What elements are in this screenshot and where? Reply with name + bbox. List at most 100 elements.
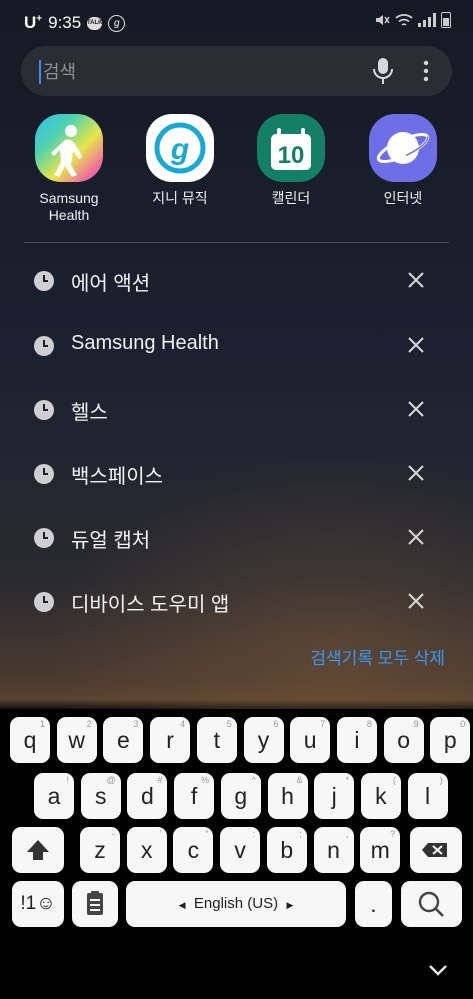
delete-history-icon[interactable]: [406, 270, 426, 290]
symbols-key[interactable]: !1☺: [12, 881, 64, 927]
key-hint: ): [439, 775, 443, 785]
key-a[interactable]: ! a: [34, 773, 74, 819]
microphone-icon[interactable]: [371, 57, 395, 85]
period-key[interactable]: .: [355, 881, 392, 927]
clear-history-button[interactable]: 검색기록 모두 삭제: [310, 644, 445, 669]
backspace-key[interactable]: [410, 827, 462, 873]
battery-icon: [441, 12, 451, 28]
clock-icon: [34, 592, 54, 612]
history-text: 백스페이스: [71, 466, 163, 488]
history-item[interactable]: Samsung Health: [0, 313, 473, 377]
more-options-icon[interactable]: [419, 59, 433, 83]
delete-history-icon[interactable]: [406, 527, 426, 547]
space-key[interactable]: ◀ English (US) ▶: [126, 881, 346, 927]
key-k[interactable]: (k: [360, 773, 401, 819]
genie-music-icon: g: [146, 114, 214, 182]
key-b[interactable]: ; b: [266, 827, 307, 873]
app-genie-music[interactable]: g 지니 뮤직: [130, 114, 230, 207]
key-w[interactable]: 2w: [56, 717, 97, 763]
app-samsung-health[interactable]: Samsung Health: [19, 114, 119, 224]
history-item[interactable]: 백스페이스: [0, 441, 473, 505]
history-item[interactable]: 디바이스 도우미 앱: [0, 569, 473, 633]
talk-notification-icon: TALK: [87, 16, 103, 30]
hide-keyboard-icon[interactable]: [428, 963, 448, 977]
calendar-icon: 10: [257, 114, 325, 182]
mute-icon: [376, 15, 390, 25]
clock-icon: [34, 400, 54, 420]
key-p[interactable]: 0p: [430, 717, 471, 763]
clock-icon: [34, 336, 54, 356]
shift-icon: [27, 840, 49, 860]
key-hint: 5: [226, 719, 232, 729]
key-z[interactable]: -z: [80, 827, 120, 873]
space-right-arrow-icon: ▶: [286, 900, 294, 910]
key-hint: 3: [133, 719, 139, 729]
key-c[interactable]: " c: [173, 827, 214, 873]
key-hint: ': [159, 829, 162, 839]
key-e[interactable]: 3e: [103, 717, 144, 763]
key-hint: ;: [299, 829, 302, 839]
key-hint: 4: [180, 719, 186, 729]
key-h[interactable]: & h: [267, 773, 308, 819]
app-label: 인터넷: [383, 190, 423, 206]
history-text: 디바이스 도우미 앱: [71, 594, 230, 616]
status-bar: U+ 9:35 TALK g: [0, 0, 473, 46]
calendar-date: 10: [278, 142, 305, 169]
key-v[interactable]: :v: [220, 827, 261, 873]
key-n[interactable]: ,n: [313, 827, 354, 873]
shift-key[interactable]: [12, 827, 64, 873]
app-internet[interactable]: 인터넷: [353, 114, 453, 207]
internet-icon: [369, 114, 437, 182]
history-item[interactable]: 에어 액션: [0, 248, 473, 312]
key-hint: #: [157, 775, 163, 785]
clipboard-key[interactable]: [72, 881, 118, 927]
key-i[interactable]: 8i: [336, 717, 377, 763]
key-t[interactable]: 5t: [196, 717, 237, 763]
key-hint: 7: [320, 719, 326, 729]
key-hint: -: [112, 829, 115, 839]
key-x[interactable]: ' x: [126, 827, 167, 873]
key-hint: 9: [413, 719, 419, 729]
key-hint: ?: [390, 829, 396, 839]
delete-history-icon[interactable]: [406, 591, 426, 611]
key-m[interactable]: ? m: [360, 827, 401, 873]
key-s[interactable]: @ s: [80, 773, 121, 819]
delete-history-icon[interactable]: [406, 335, 426, 355]
key-hint: :: [252, 829, 256, 839]
key-hint: %: [201, 775, 210, 785]
search-key[interactable]: [401, 881, 462, 927]
key-o[interactable]: 9o: [383, 717, 424, 763]
key-hint: 1: [39, 719, 45, 729]
key-f[interactable]: % f: [174, 773, 215, 819]
delete-history-icon[interactable]: [406, 399, 426, 419]
history-item[interactable]: 듀얼 캡처: [0, 505, 473, 569]
history-text: Samsung Health: [71, 332, 219, 354]
key-r[interactable]: 4r: [150, 717, 191, 763]
key-hint: @: [106, 775, 116, 785]
key-hint: !: [66, 775, 69, 785]
key-hint: &: [296, 775, 303, 785]
key-g[interactable]: ^ g: [220, 773, 261, 819]
search-icon: [418, 891, 444, 917]
key-l[interactable]: ) l: [407, 773, 448, 819]
key-q[interactable]: 1q: [10, 717, 50, 763]
key-hint: ": [205, 829, 209, 839]
app-calendar[interactable]: 10 캘린더: [241, 114, 341, 207]
app-label: Samsung Health: [39, 190, 99, 223]
key-hint: 8: [366, 719, 372, 729]
history-text: 듀얼 캡처: [71, 530, 151, 552]
history-item[interactable]: 헬스: [0, 377, 473, 441]
clock-icon: [34, 528, 54, 548]
delete-history-icon[interactable]: [406, 463, 426, 483]
key-u[interactable]: 7u: [290, 717, 331, 763]
app-label: 캘린더: [271, 190, 311, 206]
keyboard: 1q2w3e4r5t6y7u8i9o0p ! a @ s # d% f ^ g & h * j(k) l …: [0, 709, 473, 999]
key-hint: (: [392, 775, 396, 785]
search-input[interactable]: [39, 60, 375, 84]
search-bar: [21, 46, 452, 96]
key-j[interactable]: * j: [314, 773, 355, 819]
key-d[interactable]: # d: [127, 773, 168, 819]
history-text: 헬스: [71, 402, 108, 424]
key-y[interactable]: 6y: [243, 717, 284, 763]
backspace-icon: [422, 843, 447, 857]
